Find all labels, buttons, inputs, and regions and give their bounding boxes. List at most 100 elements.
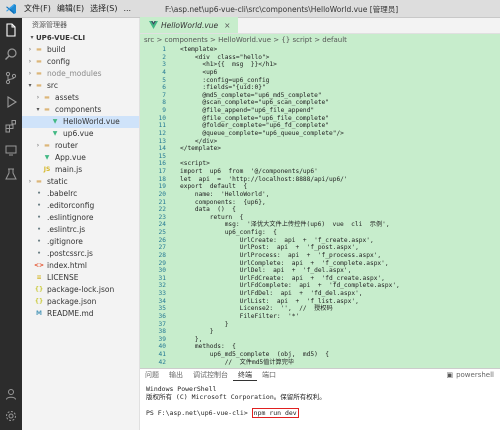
tree-item[interactable]: ▾ ▬ components <box>22 104 139 116</box>
project-header[interactable]: ▾ UP6-VUE-CLI <box>22 32 139 44</box>
tree-item[interactable]: • .postcssrc.js <box>22 248 139 260</box>
panel-tab[interactable]: 终端 <box>233 370 257 381</box>
source-control-icon[interactable] <box>3 70 19 86</box>
code-line: 1 <template> <box>140 46 500 54</box>
line-number: 19 <box>158 183 166 191</box>
line-number: 17 <box>158 168 166 175</box>
line-number: 36 <box>158 312 166 320</box>
folder-icon: ▬ <box>36 70 42 77</box>
line-number: 24 <box>158 221 166 229</box>
js-file-icon: JS <box>43 166 51 173</box>
line-number: 1 <box>162 46 166 53</box>
tab-helloworld-vue[interactable]: HelloWorld.vue × <box>140 17 239 33</box>
code-line: 25 up6_config: { <box>140 229 500 237</box>
terminal-icon: ▣ <box>446 371 454 379</box>
close-tab-icon[interactable]: × <box>224 21 230 30</box>
tree-item[interactable]: M README.md <box>22 308 139 320</box>
folder-icon: ▬ <box>44 94 50 101</box>
tree-item[interactable]: {} package.json <box>22 296 139 308</box>
tree-item[interactable]: • .eslintrc.js <box>22 224 139 236</box>
tree-item[interactable]: › ▬ static <box>22 176 139 188</box>
tree-item[interactable]: ▼ HelloWorld.vue <box>22 116 139 128</box>
tree-item[interactable]: • .babelrc <box>22 188 139 200</box>
line-number: 23 <box>158 213 166 221</box>
line-number: 25 <box>158 229 166 236</box>
line-number: 29 <box>158 259 166 267</box>
tree-item-label: src <box>47 81 58 90</box>
run-debug-icon[interactable] <box>3 94 19 110</box>
panel-tab[interactable]: 问题 <box>140 370 164 381</box>
remote-explorer-icon[interactable] <box>3 142 19 158</box>
panel-tab[interactable]: 端口 <box>257 370 281 381</box>
line-number: 32 <box>158 282 166 290</box>
panel-tab[interactable]: 输出 <box>164 370 188 381</box>
line-number: 42 <box>158 358 166 366</box>
code-text: import up6 from '@/components/up6' <box>180 168 318 175</box>
menu-more[interactable]: ... <box>120 4 134 13</box>
search-icon[interactable] <box>3 46 19 62</box>
tree-item[interactable]: ▼ App.vue <box>22 152 139 164</box>
tree-item[interactable]: › ▬ router <box>22 140 139 152</box>
config-file-icon: • <box>37 250 41 257</box>
code-text: @md5_complete="up6_md5_complete" <box>180 91 322 99</box>
account-icon[interactable] <box>3 386 19 402</box>
code-text: components: {up6}, <box>180 198 266 206</box>
tree-item[interactable]: JS main.js <box>22 164 139 176</box>
tree-item[interactable]: › ▬ build <box>22 44 139 56</box>
tree-item[interactable]: <> index.html <box>22 260 139 272</box>
tree-item[interactable]: › ▬ config <box>22 56 139 68</box>
terminal[interactable]: Windows PowerShell 版权所有 (C) Microsoft Co… <box>140 381 500 421</box>
code-text: UrlFdCreate: api + 'fd_create.aspx', <box>180 274 385 282</box>
extensions-icon[interactable] <box>3 118 19 134</box>
code-line: 27 UrlPost: api + 'f_post.aspx', <box>140 244 500 252</box>
tree-item[interactable]: {} package-lock.json <box>22 284 139 296</box>
tree-item[interactable]: ▾ ▬ src <box>22 80 139 92</box>
terminal-shell-name[interactable]: powershell <box>456 371 494 379</box>
explorer-icon[interactable] <box>3 22 19 38</box>
code-text: up6_config: { <box>180 229 277 236</box>
menu-select[interactable]: 选择(S) <box>87 3 120 14</box>
folder-icon: ▬ <box>36 82 42 89</box>
code-text: }, <box>180 335 203 343</box>
line-number: 34 <box>158 297 166 305</box>
code-editor[interactable]: 1 <template> 2 <div class="hello"> 3 <h1>{{… <box>140 46 500 368</box>
code-text: <up6 <box>180 68 218 76</box>
tree-item[interactable]: › ▬ assets <box>22 92 139 104</box>
line-number: 16 <box>158 160 166 168</box>
tree-item-label: up6.vue <box>63 129 94 138</box>
config-file-icon: • <box>37 238 41 245</box>
menu-file[interactable]: 文件(F) <box>21 3 54 14</box>
folder-icon: ▬ <box>36 58 42 65</box>
testing-icon[interactable] <box>3 166 19 182</box>
menu-edit[interactable]: 编辑(E) <box>54 3 87 14</box>
folder-icon: ▬ <box>36 178 42 185</box>
explorer-title: 资源管理器 <box>32 21 67 29</box>
terminal-prompt: PS F:\asp.net\up6-vue-cli> <box>146 409 252 417</box>
code-line: 20 name: 'HelloWorld', <box>140 191 500 199</box>
tree-item[interactable]: ≡ LICENSE <box>22 272 139 284</box>
line-number: 3 <box>162 61 166 69</box>
line-number: 2 <box>162 53 166 61</box>
terminal-line-1: Windows PowerShell <box>146 385 217 393</box>
code-text: data () { <box>180 206 236 214</box>
code-text: </div> <box>180 137 218 145</box>
bottom-panel: 问题 输出 调试控制台 终端 端口 ▣ powershell Windows Power… <box>140 368 500 430</box>
line-number: 20 <box>158 190 166 198</box>
panel-tab[interactable]: 调试控制台 <box>188 370 233 381</box>
line-number: 40 <box>158 343 166 351</box>
tree-item[interactable]: • .eslintignore <box>22 212 139 224</box>
config-file-icon: • <box>37 214 41 221</box>
code-line: 42 // 文件md5值计算完毕 <box>140 359 500 367</box>
breadcrumb[interactable]: src > components > HelloWorld.vue > {} s… <box>140 34 500 46</box>
tree-item[interactable]: • .editorconfig <box>22 200 139 212</box>
code-text: </template> <box>180 145 221 153</box>
line-number: 18 <box>158 175 166 183</box>
line-number: 41 <box>158 351 166 358</box>
settings-gear-icon[interactable] <box>3 408 19 424</box>
tree-item-label: build <box>47 45 66 54</box>
tree-item[interactable]: ▼ up6.vue <box>22 128 139 140</box>
tree-item-label: .babelrc <box>47 189 78 198</box>
tree-item[interactable]: › ▬ node_modules <box>22 68 139 80</box>
vue-file-icon: ▼ <box>44 154 50 161</box>
tree-item[interactable]: • .gitignore <box>22 236 139 248</box>
